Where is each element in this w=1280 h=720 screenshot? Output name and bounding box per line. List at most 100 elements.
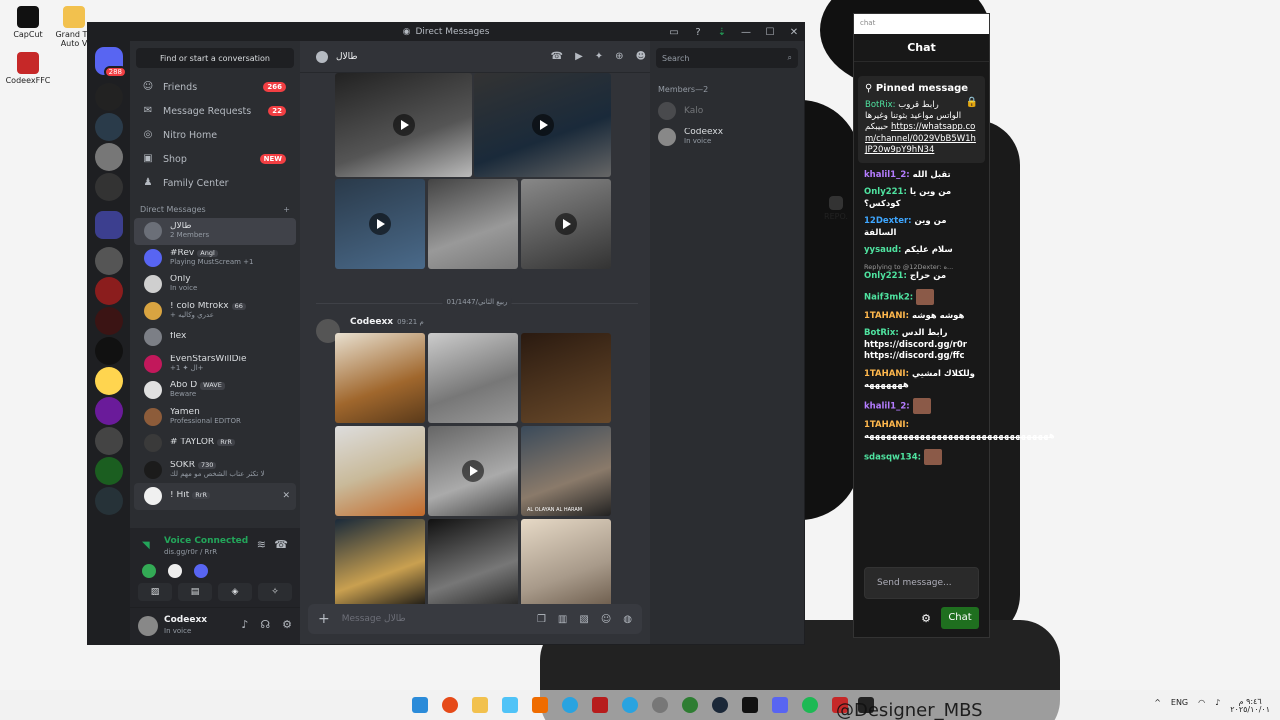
pin-icon[interactable]: ✦ — [595, 51, 603, 62]
chat-username[interactable]: 1TAHANI: — [864, 311, 909, 321]
voice-channel-label[interactable]: dis.gg/r0r / RrR — [164, 548, 217, 556]
language-indicator[interactable]: ENG — [1171, 698, 1188, 714]
close-button[interactable]: ✕ — [788, 27, 800, 38]
image-attachment[interactable] — [335, 426, 425, 516]
dm-item[interactable]: Yamen Professional EDITOR — [134, 404, 296, 431]
video-attachment[interactable] — [428, 426, 518, 516]
server-icon[interactable] — [95, 277, 123, 305]
chat-url-bar[interactable]: chat — [854, 14, 989, 34]
video-attachment[interactable] — [335, 179, 425, 269]
inbox-icon[interactable]: ▭ — [668, 27, 680, 38]
image-attachment[interactable] — [521, 333, 611, 423]
gift-icon[interactable]: ❒ — [537, 614, 546, 625]
video-attachment[interactable] — [335, 73, 472, 177]
telegram-icon[interactable] — [562, 697, 578, 713]
server-icon[interactable] — [95, 83, 123, 111]
noise-suppression-icon[interactable]: ≋ — [257, 538, 266, 551]
gear-icon[interactable]: ⚙ — [921, 612, 931, 625]
chat-username[interactable]: 1TAHANI: — [864, 369, 909, 379]
play-icon[interactable] — [555, 213, 577, 235]
discord-icon[interactable] — [772, 697, 788, 713]
nav-nitro[interactable]: ◎ Nitro Home — [130, 123, 300, 147]
steam-icon[interactable] — [712, 697, 728, 713]
headphones-icon[interactable]: ☊ — [260, 618, 270, 631]
emoji-icon[interactable]: ☺ — [601, 614, 611, 625]
user-avatar[interactable] — [138, 616, 158, 636]
wifi-icon[interactable]: ◠ — [1198, 698, 1205, 714]
image-attachment[interactable]: AL OLAYAN AL HARAM — [521, 426, 611, 516]
dm-item[interactable]: EvenStarsWillDie +1 ✦ ال+ — [134, 351, 296, 378]
member-item[interactable]: Kalo — [650, 98, 804, 124]
explorer-icon[interactable] — [472, 697, 488, 713]
image-attachment[interactable] — [428, 333, 518, 423]
chat-username[interactable]: Naif3mk2: — [864, 292, 913, 302]
play-icon[interactable] — [392, 114, 415, 136]
activity-button[interactable]: ◈ — [218, 583, 252, 601]
play-icon[interactable] — [369, 213, 391, 235]
chat-username[interactable]: BotRix: — [864, 328, 899, 338]
lock-icon[interactable]: 🔒 — [966, 96, 978, 110]
xbox-icon[interactable] — [682, 697, 698, 713]
message-author[interactable]: Codeexx 09:21 م — [350, 317, 424, 327]
close-dm-icon[interactable]: ✕ — [282, 491, 290, 501]
nav-message-requests[interactable]: ✉ Message Requests 22 — [130, 99, 300, 123]
soundboard-button[interactable]: ✧ — [258, 583, 292, 601]
server-icon[interactable] — [95, 397, 123, 425]
minimize-button[interactable]: — — [740, 27, 752, 38]
image-attachment[interactable] — [521, 519, 611, 609]
create-dm-button[interactable]: + — [283, 205, 290, 214]
chat-username[interactable]: khalil1_2: — [864, 401, 910, 411]
volume-icon[interactable]: ♪ — [1215, 698, 1220, 714]
play-icon[interactable] — [462, 460, 484, 482]
chat-username[interactable]: Only221: — [864, 187, 907, 197]
nav-family-center[interactable]: ♟ Family Center — [130, 171, 300, 195]
video-attachment[interactable] — [521, 179, 611, 269]
server-icon[interactable] — [95, 247, 123, 275]
chat-username[interactable]: khalil1_2: — [864, 170, 910, 180]
server-icon[interactable] — [95, 367, 123, 395]
sticker-icon[interactable]: ▧ — [579, 614, 588, 625]
dm-item[interactable]: ! colo Mtrokx 66 + عدري وكاليه — [134, 298, 296, 325]
image-attachment[interactable] — [335, 519, 425, 609]
apps-icon[interactable]: ◍ — [623, 614, 632, 625]
server-icon[interactable] — [95, 457, 123, 485]
desktop-icon-codeex[interactable]: CodeexFFC — [0, 52, 56, 85]
search-input[interactable]: Search ⌕ — [656, 48, 798, 68]
nav-shop[interactable]: ▣ Shop NEW — [130, 147, 300, 171]
chat-username[interactable]: Only221: — [864, 271, 907, 281]
server-icon[interactable] — [95, 487, 123, 515]
dm-item[interactable]: ! Hit RrR ✕ — [134, 483, 296, 510]
dm-item[interactable]: SOKR 730 لا تكثر عتاب الشخص مو مهم لك — [134, 457, 296, 484]
video-icon[interactable]: ▶ — [575, 51, 583, 62]
server-icon[interactable] — [95, 337, 123, 365]
chat-send-button[interactable]: Chat — [941, 607, 979, 629]
server-icon[interactable] — [95, 427, 123, 455]
dm-item[interactable]: flex — [134, 324, 296, 351]
chat-username[interactable]: 1TAHANI: — [864, 420, 909, 430]
server-icon[interactable] — [95, 173, 123, 201]
play-icon[interactable] — [531, 114, 554, 136]
home-button[interactable]: 288 — [95, 47, 127, 78]
dm-item[interactable]: Abo D WAVE Beware — [134, 377, 296, 404]
telegram-icon[interactable] — [622, 697, 638, 713]
nav-friends[interactable]: ☺ Friends 266 — [130, 75, 300, 99]
camera-off-button[interactable]: ▨ — [138, 583, 172, 601]
server-icon[interactable] — [95, 113, 123, 141]
send-message-input[interactable]: Send message... — [864, 567, 979, 599]
windows-start-icon[interactable] — [412, 697, 428, 713]
help-icon[interactable]: ? — [692, 27, 704, 38]
download-icon[interactable]: ⇣ — [716, 27, 728, 38]
gif-icon[interactable]: ▥ — [558, 614, 567, 625]
chrome-icon[interactable] — [442, 697, 458, 713]
dm-item[interactable]: طالال 2 Members — [134, 218, 296, 245]
app-icon[interactable] — [532, 697, 548, 713]
video-attachment[interactable] — [474, 73, 611, 177]
dm-item[interactable]: Only In voice — [134, 271, 296, 298]
gear-icon[interactable]: ⚙ — [282, 618, 292, 631]
member-item[interactable]: Codeexx In voice — [650, 124, 804, 150]
chat-username[interactable]: sdasqw134: — [864, 452, 921, 462]
settings-icon[interactable] — [652, 697, 668, 713]
chat-username[interactable]: 12Dexter: — [864, 216, 912, 226]
attach-icon[interactable]: + — [318, 611, 330, 627]
maximize-button[interactable]: ☐ — [764, 27, 776, 38]
